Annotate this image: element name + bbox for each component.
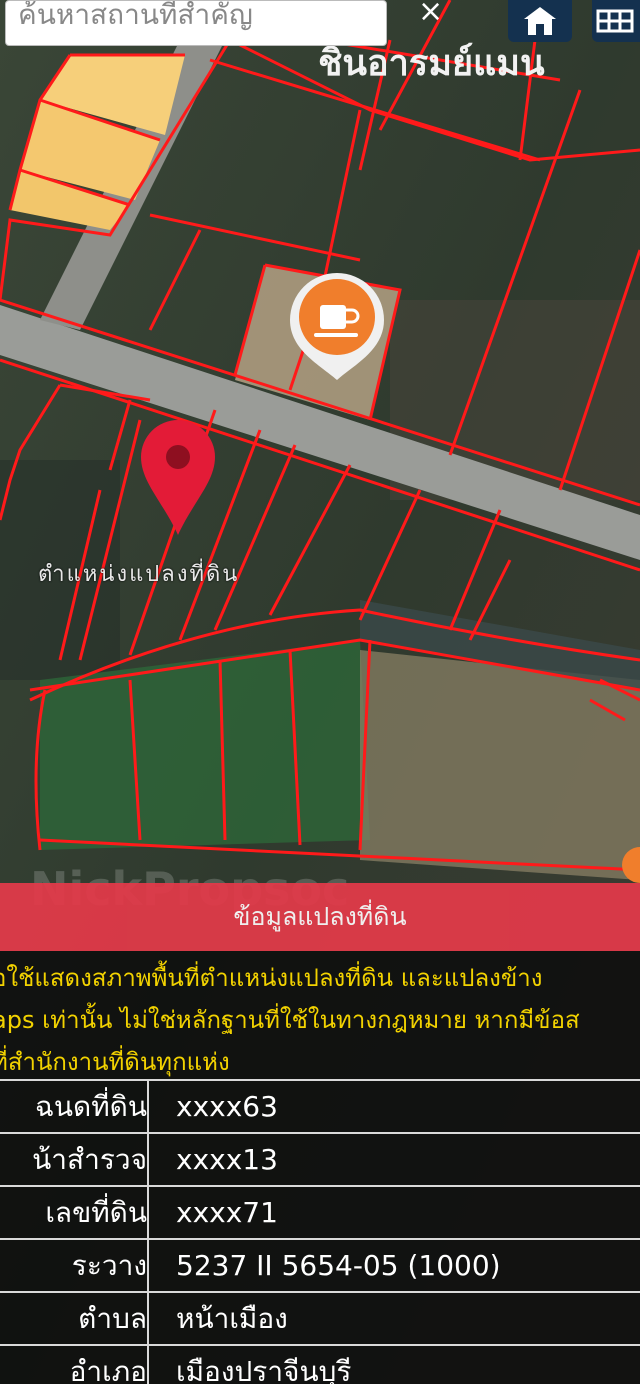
- table-row: ฉนดที่ดิน xxxx63: [0, 1081, 640, 1134]
- home-icon: [524, 7, 556, 35]
- marker-label: ตำแหน่งแปลงที่ดิน: [38, 562, 240, 587]
- table-row: ตำบล หน้าเมือง: [0, 1293, 640, 1346]
- parcel-table: ฉนดที่ดิน xxxx63 น้าสำรวจ xxxx13 เลขที่ด…: [0, 1079, 640, 1384]
- row-key: ฉนดที่ดิน: [34, 1089, 147, 1123]
- row-value: เมืองปราจีนบุรี: [176, 1354, 352, 1384]
- table-row: อำเภอ เมืองปราจีนบุรี: [0, 1346, 640, 1384]
- notice-line: อใช้แสดงสภาพพื้นที่ตำแหน่งแปลงที่ดิน และ…: [0, 964, 543, 992]
- notice-line: aps เท่านั้น ไม่ใช่หลักฐานที่ใช้ในทางกฎห…: [0, 1006, 580, 1034]
- info-panel: อใช้แสดงสภาพพื้นที่ตำแหน่งแปลงที่ดิน และ…: [0, 951, 640, 1384]
- row-key: ตำบล: [78, 1301, 147, 1335]
- table-row: น้าสำรวจ xxxx13: [0, 1134, 640, 1187]
- place-label: ชินอารมย์แมน: [318, 42, 545, 84]
- close-icon[interactable]: ×: [418, 0, 443, 29]
- row-value: xxxx13: [176, 1143, 278, 1176]
- search-placeholder: ค้นหาสถานที่สำคัญ: [18, 0, 253, 31]
- row-value: xxxx63: [176, 1090, 278, 1123]
- notice-line: ที่สำนักงานที่ดินทุกแห่ง: [0, 1048, 230, 1076]
- disclaimer-notice: อใช้แสดงสภาพพื้นที่ตำแหน่งแปลงที่ดิน และ…: [0, 957, 640, 1083]
- info-header: ข้อมูลแปลงที่ดิน: [0, 883, 640, 951]
- table-divider: [147, 1079, 149, 1384]
- row-key: น้าสำรวจ: [32, 1142, 147, 1176]
- row-value: หน้าเมือง: [176, 1301, 288, 1335]
- grid-icon: [596, 9, 634, 33]
- search-input[interactable]: ค้นหาสถานที่สำคัญ: [5, 0, 387, 46]
- table-row: เลขที่ดิน xxxx71: [0, 1187, 640, 1240]
- layers-button[interactable]: [592, 0, 640, 42]
- home-button[interactable]: [508, 0, 572, 42]
- info-title: ข้อมูลแปลงที่ดิน: [233, 902, 407, 931]
- row-key: เลขที่ดิน: [45, 1195, 147, 1229]
- row-key: ระวาง: [71, 1248, 147, 1282]
- row-value: xxxx71: [176, 1196, 278, 1229]
- row-key: อำเภอ: [69, 1354, 147, 1384]
- table-row: ระวาง 5237 II 5654-05 (1000): [0, 1240, 640, 1293]
- row-value: 5237 II 5654-05 (1000): [176, 1249, 501, 1282]
